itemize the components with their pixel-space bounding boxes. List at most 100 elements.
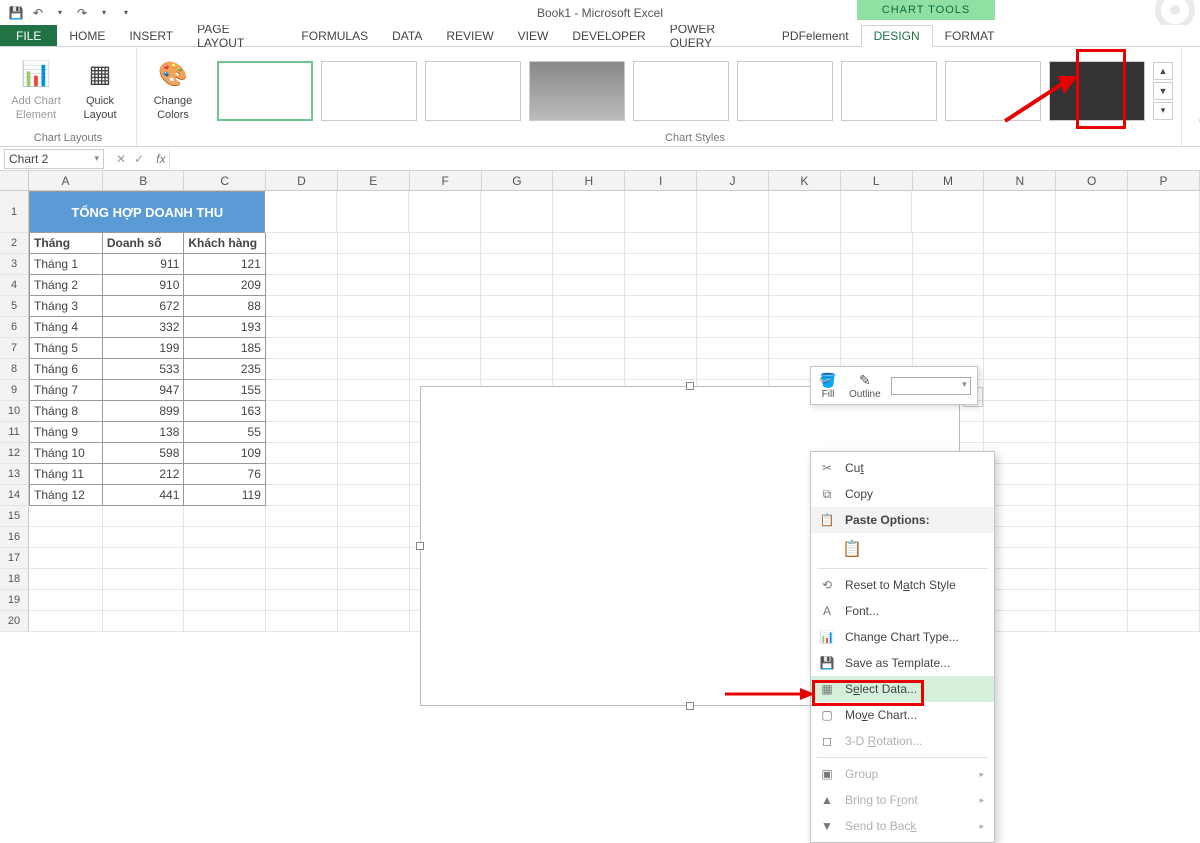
tab-developer[interactable]: DEVELOPER bbox=[560, 25, 657, 46]
cell[interactable] bbox=[410, 317, 482, 338]
cell[interactable] bbox=[481, 254, 553, 275]
cell[interactable] bbox=[266, 443, 338, 464]
cell[interactable] bbox=[266, 590, 338, 611]
row-header[interactable]: 17 bbox=[0, 548, 29, 569]
cell[interactable] bbox=[1056, 422, 1128, 443]
cell[interactable] bbox=[338, 380, 410, 401]
cell[interactable] bbox=[338, 317, 410, 338]
cell[interactable] bbox=[1128, 296, 1200, 317]
chart-style-7[interactable] bbox=[841, 61, 937, 121]
tab-review[interactable]: REVIEW bbox=[434, 25, 505, 46]
cell[interactable] bbox=[625, 191, 697, 233]
save-icon[interactable]: 💾 bbox=[8, 5, 24, 21]
cell[interactable] bbox=[1128, 527, 1200, 548]
cell[interactable]: 332 bbox=[103, 317, 185, 338]
cancel-formula-icon[interactable]: ✕ bbox=[116, 152, 126, 166]
cell[interactable]: Tháng 2 bbox=[29, 275, 103, 296]
cell[interactable] bbox=[338, 464, 410, 485]
cell[interactable] bbox=[1056, 527, 1128, 548]
row-header[interactable]: 2 bbox=[0, 233, 29, 254]
cell[interactable] bbox=[1128, 380, 1200, 401]
cell[interactable]: Tháng 11 bbox=[29, 464, 103, 485]
cell[interactable] bbox=[1128, 401, 1200, 422]
cell[interactable]: 235 bbox=[184, 359, 266, 380]
row-header[interactable]: 3 bbox=[0, 254, 29, 275]
cell[interactable] bbox=[29, 548, 103, 569]
cell[interactable] bbox=[29, 611, 103, 632]
cell[interactable] bbox=[338, 611, 410, 632]
cell[interactable]: 121 bbox=[184, 254, 266, 275]
cell[interactable] bbox=[985, 548, 1057, 569]
chart-style-6[interactable] bbox=[737, 61, 833, 121]
cell[interactable] bbox=[913, 233, 985, 254]
cell[interactable] bbox=[338, 254, 410, 275]
col-header[interactable]: J bbox=[697, 171, 769, 190]
cell[interactable] bbox=[625, 296, 697, 317]
cell[interactable] bbox=[985, 506, 1057, 527]
cell[interactable]: Tháng 3 bbox=[29, 296, 103, 317]
tab-pdfelement[interactable]: PDFelement bbox=[770, 25, 861, 46]
cell[interactable] bbox=[266, 506, 338, 527]
ctx-select-data[interactable]: ▦Select Data... bbox=[811, 676, 994, 702]
cell[interactable] bbox=[184, 569, 266, 590]
cell[interactable]: 598 bbox=[103, 443, 185, 464]
resize-handle[interactable] bbox=[686, 702, 694, 710]
cell[interactable] bbox=[338, 401, 410, 422]
cell[interactable]: 76 bbox=[184, 464, 266, 485]
cell[interactable] bbox=[985, 527, 1057, 548]
ctx-move-chart[interactable]: ▢Move Chart... bbox=[811, 702, 994, 728]
cell[interactable] bbox=[266, 254, 338, 275]
cell[interactable] bbox=[1128, 422, 1200, 443]
cell[interactable] bbox=[1056, 506, 1128, 527]
cell[interactable] bbox=[1056, 548, 1128, 569]
ctx-cut[interactable]: ✂Cut bbox=[811, 455, 994, 481]
cell[interactable] bbox=[985, 569, 1057, 590]
cell[interactable] bbox=[1128, 569, 1200, 590]
row-header[interactable]: 20 bbox=[0, 611, 29, 632]
cell[interactable] bbox=[841, 296, 913, 317]
cell[interactable] bbox=[410, 296, 482, 317]
chart-style-2[interactable] bbox=[321, 61, 417, 121]
cell[interactable] bbox=[697, 317, 769, 338]
quick-layout-button[interactable]: ▦ Quick Layout bbox=[72, 59, 128, 121]
cell[interactable] bbox=[984, 422, 1056, 443]
tab-format[interactable]: FORMAT bbox=[933, 25, 1007, 46]
col-header[interactable]: K bbox=[769, 171, 841, 190]
col-header[interactable]: E bbox=[338, 171, 410, 190]
cell[interactable] bbox=[984, 296, 1056, 317]
row-header[interactable]: 14 bbox=[0, 485, 29, 506]
redo-icon[interactable]: ↷ bbox=[74, 5, 90, 21]
formula-input[interactable] bbox=[169, 149, 1200, 169]
row-header[interactable]: 16 bbox=[0, 527, 29, 548]
cell[interactable] bbox=[841, 254, 913, 275]
cell[interactable] bbox=[553, 233, 625, 254]
cell[interactable]: Doanh số bbox=[103, 233, 185, 254]
cell[interactable] bbox=[481, 338, 553, 359]
cell[interactable] bbox=[984, 317, 1056, 338]
cell[interactable] bbox=[481, 233, 553, 254]
cell[interactable] bbox=[266, 380, 338, 401]
cell[interactable]: 441 bbox=[103, 485, 185, 506]
qat-customize-icon[interactable]: ▾ bbox=[118, 5, 134, 21]
cell[interactable] bbox=[553, 191, 625, 233]
cell[interactable] bbox=[769, 233, 841, 254]
cell[interactable]: Tháng 7 bbox=[29, 380, 103, 401]
cell[interactable] bbox=[1056, 443, 1128, 464]
cell[interactable] bbox=[1056, 464, 1128, 485]
cell[interactable] bbox=[481, 191, 553, 233]
ctx-save-template[interactable]: 💾Save as Template... bbox=[811, 650, 994, 676]
col-header[interactable]: O bbox=[1056, 171, 1128, 190]
resize-handle[interactable] bbox=[416, 542, 424, 550]
row-header[interactable]: 8 bbox=[0, 359, 29, 380]
cell[interactable] bbox=[1128, 548, 1200, 569]
cell[interactable] bbox=[1128, 443, 1200, 464]
cell[interactable]: Tháng 10 bbox=[29, 443, 103, 464]
tab-data[interactable]: DATA bbox=[380, 25, 434, 46]
cell[interactable] bbox=[1128, 254, 1200, 275]
cell[interactable] bbox=[553, 338, 625, 359]
cell[interactable] bbox=[553, 275, 625, 296]
cell[interactable] bbox=[985, 590, 1057, 611]
cell[interactable]: 212 bbox=[103, 464, 185, 485]
cell[interactable]: 109 bbox=[184, 443, 266, 464]
cell[interactable] bbox=[625, 233, 697, 254]
